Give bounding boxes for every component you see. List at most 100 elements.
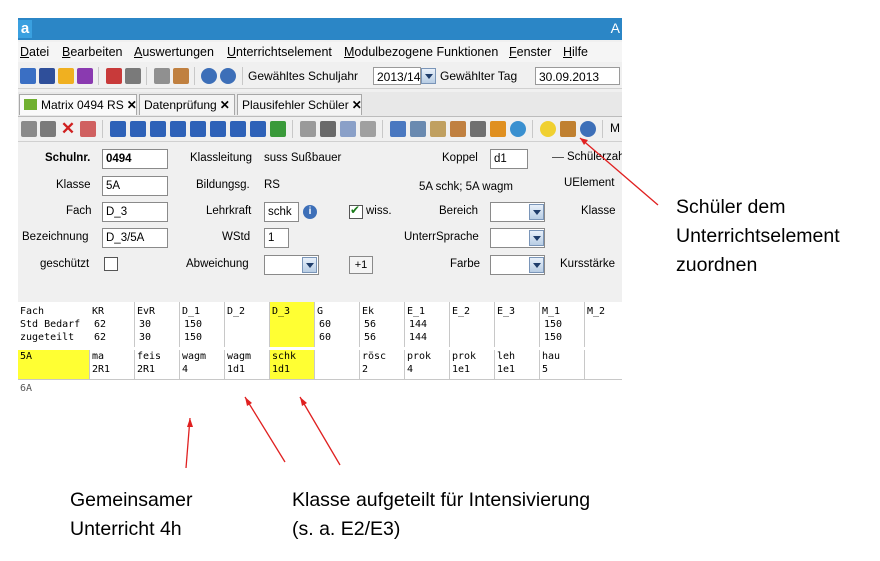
- grid-cell[interactable]: hau 5: [540, 350, 585, 380]
- edit-icon[interactable]: [173, 68, 189, 84]
- document-icon[interactable]: [125, 68, 141, 84]
- edit-list-icon[interactable]: [430, 121, 446, 137]
- grid-column[interactable]: KR 62 62: [90, 302, 135, 347]
- plus-one-button[interactable]: +1: [349, 256, 373, 274]
- grid-column[interactable]: D_1 150 150: [180, 302, 225, 347]
- klasse-field[interactable]: 5A: [102, 176, 168, 196]
- grid-column[interactable]: D_2: [225, 302, 270, 347]
- grid-cell[interactable]: leh 1e1: [495, 350, 540, 380]
- grid-column[interactable]: M_1 150 150: [540, 302, 585, 347]
- grid-cell[interactable]: schk 1d1: [270, 350, 315, 380]
- grid-cell[interactable]: prok 4: [405, 350, 450, 380]
- cut-icon[interactable]: [320, 121, 336, 137]
- grid-column[interactable]: E_3: [495, 302, 540, 347]
- keyboard-icon[interactable]: [39, 68, 55, 84]
- grid-column[interactable]: M_2: [585, 302, 622, 347]
- back-arrow-icon[interactable]: [300, 121, 316, 137]
- book-icon[interactable]: [106, 68, 122, 84]
- tab-matrix[interactable]: Matrix 0494 RS ✕: [19, 94, 137, 115]
- bezeichnung-field[interactable]: D_3/5A: [102, 228, 168, 248]
- assign-students-icon[interactable]: [560, 121, 576, 137]
- previous-icon[interactable]: [130, 121, 146, 137]
- menu-auswertungen[interactable]: Auswertungen: [134, 45, 214, 59]
- grid-column[interactable]: G 60 60: [315, 302, 360, 347]
- unterrsprache-dropdown-icon[interactable]: [529, 230, 544, 246]
- lightbulb-icon[interactable]: [540, 121, 556, 137]
- schuljahr-dropdown-icon[interactable]: [421, 68, 436, 84]
- grid-column[interactable]: E_2: [450, 302, 495, 347]
- copy2-icon[interactable]: [340, 121, 356, 137]
- fach-field[interactable]: D_3: [102, 202, 168, 222]
- tag-input[interactable]: 30.09.2013: [535, 67, 620, 85]
- farbe-dropdown-icon[interactable]: [529, 257, 544, 273]
- grid-cell[interactable]: ma 2R1: [90, 350, 135, 380]
- broom-icon[interactable]: [490, 121, 506, 137]
- grid-cell[interactable]: prok 1e1: [450, 350, 495, 380]
- down-icon[interactable]: [230, 121, 246, 137]
- schulnr-field[interactable]: 0494: [102, 149, 168, 169]
- user-search-icon[interactable]: [390, 121, 406, 137]
- grid-cell[interactable]: [315, 350, 360, 380]
- close-icon[interactable]: ✕: [127, 98, 137, 112]
- menu-datei[interactable]: Datei: [20, 45, 49, 59]
- first-icon[interactable]: [110, 121, 126, 137]
- print-icon[interactable]: [470, 121, 486, 137]
- schuljahr-select[interactable]: 2013/14: [373, 67, 421, 85]
- lehrkraft-field[interactable]: schk: [264, 202, 299, 222]
- menu-bearbeiten[interactable]: Bearbeiten: [62, 45, 122, 59]
- grid-column[interactable]: EvR 30 30: [135, 302, 180, 347]
- undo-icon[interactable]: [40, 121, 56, 137]
- report-icon[interactable]: [410, 121, 426, 137]
- notes-icon[interactable]: [450, 121, 466, 137]
- wstd-label: WStd: [222, 231, 251, 243]
- info-icon[interactable]: [201, 68, 217, 84]
- grid-cell[interactable]: feis 2R1: [135, 350, 180, 380]
- tab-datenpruefung[interactable]: Datenprüfung ✕: [139, 94, 235, 115]
- geschuetzt-checkbox[interactable]: [104, 257, 118, 271]
- monitor-icon[interactable]: [77, 68, 93, 84]
- grid-header-zugeteilt: 60: [319, 332, 332, 343]
- copy-icon[interactable]: [154, 68, 170, 84]
- paste-icon[interactable]: [360, 121, 376, 137]
- grid-cell[interactable]: wagm 1d1: [225, 350, 270, 380]
- koppel-info: 5A schk; 5A wagm: [419, 181, 513, 193]
- close-icon[interactable]: ✕: [220, 98, 230, 112]
- grid-cell-teacher: rösc: [362, 351, 387, 362]
- koppel-field[interactable]: d1: [490, 149, 528, 169]
- element-form: Schulnr. 0494 Klasse 5A Fach D_3 Bezeich…: [18, 142, 622, 302]
- save-icon[interactable]: [21, 121, 37, 137]
- bereich-dropdown-icon[interactable]: [529, 204, 544, 220]
- bottom-icon[interactable]: [250, 121, 266, 137]
- grid-cell[interactable]: wagm 4: [180, 350, 225, 380]
- wstd-field[interactable]: 1: [264, 228, 289, 248]
- grid-column[interactable]: D_3: [270, 302, 315, 347]
- grid-column[interactable]: E_1 144 144: [405, 302, 450, 347]
- close-icon[interactable]: ✕: [352, 98, 362, 112]
- annotation-assign-line3: zuordnen: [676, 254, 758, 276]
- up-icon[interactable]: [210, 121, 226, 137]
- calendar-icon[interactable]: [80, 121, 96, 137]
- grid-column[interactable]: Ek 56 56: [360, 302, 405, 347]
- clock-icon[interactable]: [510, 121, 526, 137]
- next-icon[interactable]: [150, 121, 166, 137]
- next-row-label[interactable]: 6A: [20, 382, 32, 395]
- help-icon[interactable]: [220, 68, 236, 84]
- delete-icon[interactable]: ✕: [60, 120, 76, 137]
- grid-cell[interactable]: [585, 350, 622, 380]
- tab-plausifehler[interactable]: Plausifehler Schüler ✕: [237, 94, 362, 115]
- wiss-checkbox[interactable]: [349, 203, 363, 219]
- grid-cell[interactable]: rösc 2: [360, 350, 405, 380]
- info-icon[interactable]: i: [303, 205, 317, 219]
- top-icon[interactable]: [190, 121, 206, 137]
- menu-hilfe[interactable]: Hilfe: [563, 45, 588, 59]
- people-blue-icon[interactable]: [20, 68, 36, 84]
- menu-fenster[interactable]: Fenster: [509, 45, 551, 59]
- refresh-icon[interactable]: [270, 121, 286, 137]
- class-row-label[interactable]: 5A: [18, 350, 90, 380]
- abweichung-dropdown-icon[interactable]: [302, 257, 317, 273]
- help2-icon[interactable]: [580, 121, 596, 137]
- menu-unterrichtselement[interactable]: Unterrichtselement: [227, 45, 332, 59]
- last-icon[interactable]: [170, 121, 186, 137]
- people-yellow-icon[interactable]: [58, 68, 74, 84]
- menu-modulbezogene-funktionen[interactable]: Modulbezogene Funktionen: [344, 45, 498, 59]
